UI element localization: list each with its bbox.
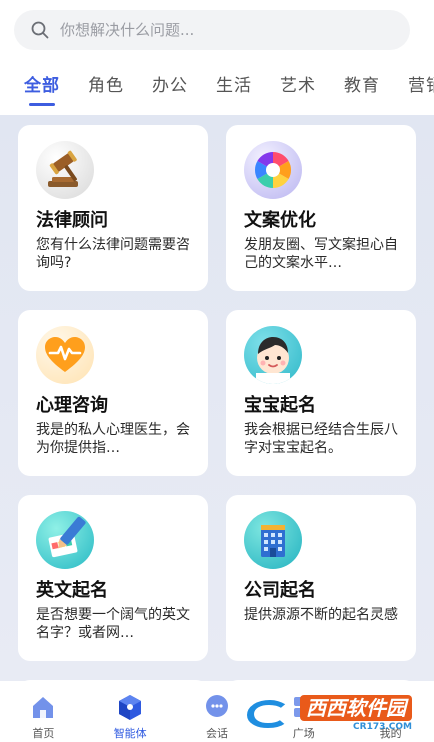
agent-card-english-naming[interactable]: 英文起名 是否想要一个阔气的英文名字？或者网…	[18, 495, 208, 661]
tab-office[interactable]: 办公	[152, 62, 188, 96]
search-input[interactable]	[60, 21, 394, 39]
agent-card-baby-naming[interactable]: 宝宝起名 我会根据已经结合生辰八字对宝宝起名。	[226, 310, 416, 476]
tab-life[interactable]: 生活	[216, 62, 252, 96]
tab-art[interactable]: 艺术	[280, 62, 316, 96]
agent-grid: 法律顾问 您有什么法律问题需要咨询吗? 文案优化 发朋友圈、写文案担心自己的文案…	[18, 125, 416, 681]
tab-education[interactable]: 教育	[344, 62, 380, 96]
nav-home[interactable]: 首页	[0, 681, 87, 742]
agent-card-legal[interactable]: 法律顾问 您有什么法律问题需要咨询吗?	[18, 125, 208, 291]
tab-roles[interactable]: 角色	[88, 62, 124, 96]
agent-card-title: 心理咨询	[36, 395, 108, 416]
pen-swatch-icon	[36, 511, 94, 569]
tab-marketing[interactable]: 营销	[408, 62, 434, 96]
agent-card-title: 英文起名	[36, 580, 108, 601]
agent-card-desc: 提供源源不断的起名灵感	[244, 607, 398, 623]
user-icon	[380, 697, 401, 718]
baby-face-icon	[244, 326, 302, 384]
agent-card-psychology[interactable]: 心理咨询 我是的私人心理医生，会为你提供指…	[18, 310, 208, 476]
nav-label: 广场	[292, 727, 315, 740]
search-bar[interactable]	[14, 10, 410, 50]
square-icon	[293, 697, 314, 717]
nav-plaza[interactable]: 广场	[260, 681, 347, 742]
nav-mine[interactable]: 我的	[347, 681, 434, 742]
agent-card-copywriting[interactable]: 文案优化 发朋友圈、写文案担心自己的文案水平…	[226, 125, 416, 291]
agent-card-company-naming[interactable]: 公司起名 提供源源不断的起名灵感	[226, 495, 416, 661]
search-bar-container	[14, 10, 410, 50]
agent-card-desc: 是否想要一个阔气的英文名字？或者网…	[36, 607, 190, 641]
bottom-nav: 首页 智能体 会话 广场 我的	[0, 681, 434, 742]
agent-card-title: 公司起名	[244, 580, 316, 601]
search-icon	[31, 21, 49, 39]
chat-icon	[205, 695, 228, 717]
agent-card-desc: 我是的私人心理医生，会为你提供指…	[36, 422, 190, 456]
cube-icon	[119, 695, 142, 720]
agent-list: 法律顾问 您有什么法律问题需要咨询吗? 文案优化 发朋友圈、写文案担心自己的文案…	[0, 115, 434, 681]
agent-card-desc: 您有什么法律问题需要咨询吗?	[36, 237, 190, 271]
tab-all[interactable]: 全部	[24, 62, 60, 96]
building-icon	[244, 511, 302, 569]
heart-pulse-icon	[36, 326, 94, 384]
agent-card-title: 文案优化	[244, 210, 316, 231]
category-tabs: 全部 角色 办公 生活 艺术 教育 营销	[0, 62, 434, 110]
agent-card-desc: 发朋友圈、写文案担心自己的文案水平…	[244, 237, 398, 271]
agent-card-title: 法律顾问	[36, 210, 108, 231]
gavel-icon	[36, 141, 94, 199]
home-icon	[33, 697, 54, 718]
nav-label: 智能体	[113, 727, 147, 740]
nav-label: 会话	[205, 727, 228, 740]
nav-agents[interactable]: 智能体	[87, 681, 174, 742]
agent-card-desc: 我会根据已经结合生辰八字对宝宝起名。	[244, 422, 398, 456]
color-wheel-icon	[244, 141, 302, 199]
nav-label: 首页	[32, 727, 55, 740]
nav-chat[interactable]: 会话	[174, 681, 261, 742]
agent-card-title: 宝宝起名	[244, 395, 316, 416]
nav-label: 我的	[379, 727, 402, 740]
